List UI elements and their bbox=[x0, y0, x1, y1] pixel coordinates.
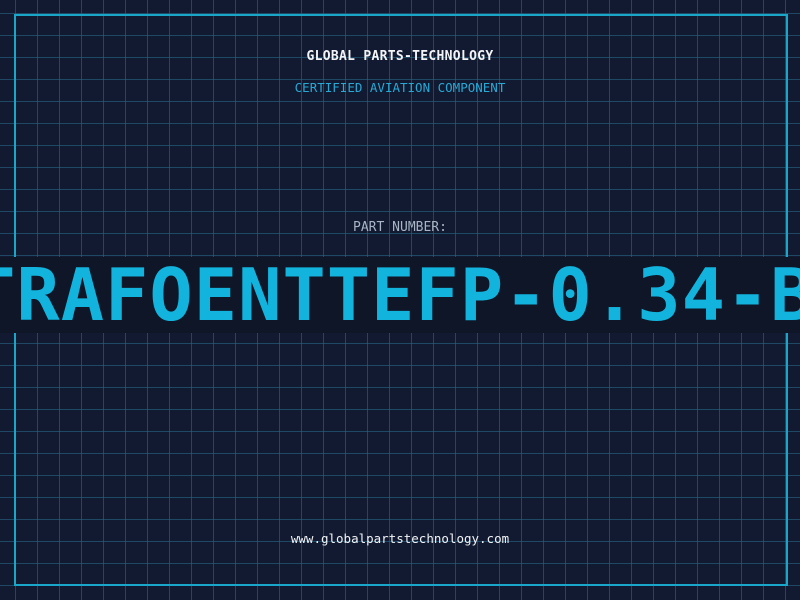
part-number-label: PART NUMBER: bbox=[353, 220, 447, 235]
brand-title: GLOBAL PARTS-TECHNOLOGY bbox=[306, 49, 494, 64]
certification-subtitle: CERTIFIED AVIATION COMPONENT bbox=[294, 80, 506, 95]
part-number-band: TRAFOENTTEFP-0.34-B bbox=[0, 257, 800, 333]
website-url: www.globalpartstechnology.com bbox=[290, 531, 510, 546]
part-number-value: TRAFOENTTEFP-0.34-B bbox=[0, 257, 800, 333]
